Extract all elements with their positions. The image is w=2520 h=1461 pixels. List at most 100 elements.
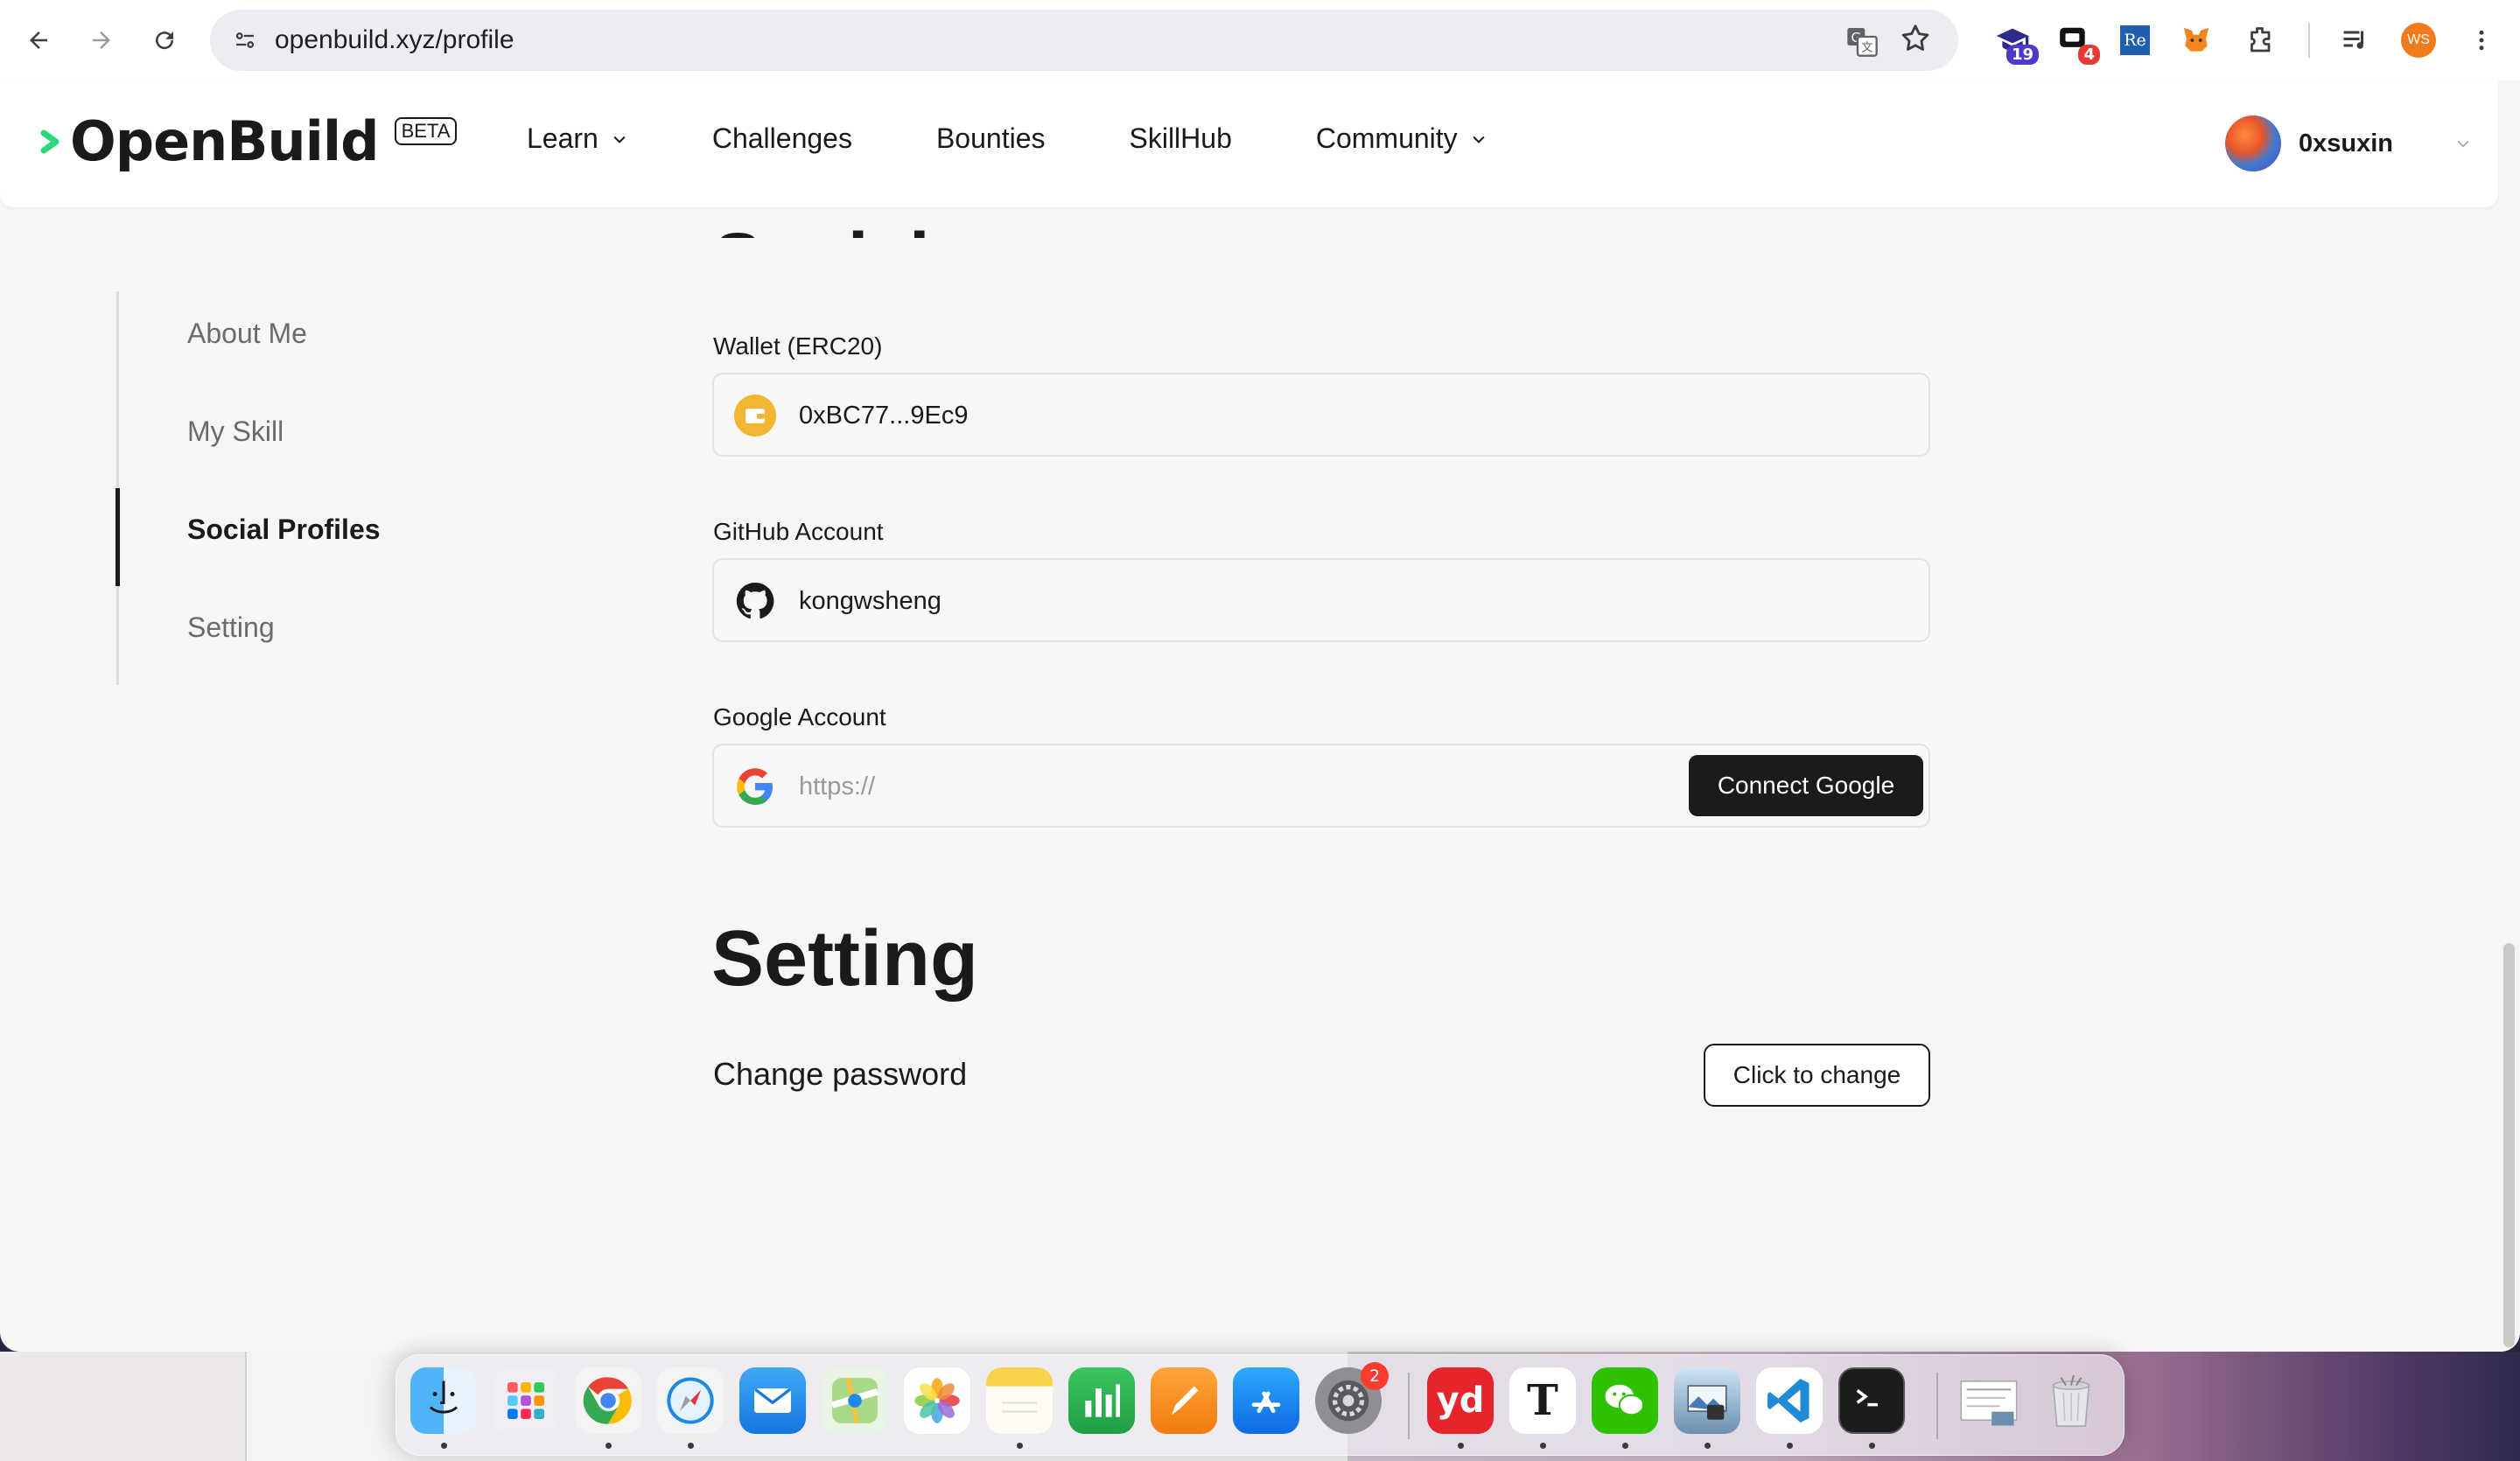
profile-avatar-icon[interactable]: WS [2398, 19, 2440, 61]
running-indicator [441, 1443, 447, 1449]
google-label: Google Account [713, 703, 886, 730]
google-field: Connect Google [712, 744, 1930, 828]
terminal-icon[interactable] [1838, 1367, 1905, 1434]
pages-icon[interactable] [1151, 1367, 1217, 1434]
beta-badge: BETA [394, 117, 458, 145]
back-icon[interactable] [18, 19, 60, 61]
site-info-icon[interactable] [229, 24, 261, 56]
sidebar-item-about-me[interactable]: About Me [187, 318, 307, 350]
macos-dock: 2 yd T [396, 1354, 2124, 1456]
typora-label: T [1527, 1376, 1558, 1425]
chat-extension-icon[interactable]: 4 [2053, 19, 2100, 65]
browser-window: openbuild.xyz/profile G文 19 4 Re WS Abou… [0, 0, 2520, 1352]
github-label: GitHub Account [713, 518, 884, 545]
safari-icon[interactable] [657, 1367, 724, 1434]
graduation-cap-extension-icon[interactable]: 19 [1992, 19, 2039, 65]
setting-section-title: Setting [711, 915, 978, 1003]
running-indicator [1869, 1443, 1875, 1449]
sidebar-item-social-profiles[interactable]: Social Profiles [187, 514, 381, 546]
chevron-down-icon [2457, 140, 2469, 148]
nav-skillhub[interactable]: SkillHub [1129, 122, 1231, 155]
trash-icon[interactable] [2038, 1367, 2104, 1434]
github-username[interactable]: kongwsheng [799, 587, 942, 616]
nav-challenges[interactable]: Challenges [712, 122, 852, 155]
nav-learn-label: Learn [527, 122, 598, 154]
logo-text: OpenBuild [70, 109, 380, 173]
scrollbar-thumb[interactable] [2503, 943, 2515, 1347]
youdao-icon[interactable]: yd [1427, 1367, 1494, 1434]
photos-icon[interactable] [904, 1367, 970, 1434]
running-indicator [1017, 1443, 1023, 1449]
google-url-input[interactable] [799, 766, 1586, 807]
running-indicator [1540, 1443, 1546, 1449]
launchpad-icon[interactable] [493, 1367, 559, 1434]
wallet-field: 0xBC77...9Ec9 [712, 373, 1930, 457]
dock-separator [1936, 1373, 1938, 1439]
running-indicator [1458, 1443, 1464, 1449]
change-password-label: Change password [713, 1056, 968, 1092]
github-field: kongwsheng [712, 558, 1930, 642]
preview-icon[interactable] [1674, 1367, 1740, 1434]
sidebar-item-my-skill[interactable]: My Skill [187, 416, 284, 448]
nav-challenges-label: Challenges [711, 122, 852, 154]
vscode-icon[interactable] [1756, 1367, 1823, 1434]
running-indicator [688, 1443, 694, 1449]
more-menu-icon[interactable] [2460, 19, 2502, 61]
metamask-fox-icon[interactable] [2175, 19, 2217, 61]
typora-icon[interactable]: T [1509, 1367, 1576, 1434]
maps-icon[interactable] [822, 1367, 888, 1434]
wallet-icon [733, 394, 777, 437]
address-bar[interactable]: openbuild.xyz/profile G文 [210, 10, 1958, 71]
nav-bounties[interactable]: Bounties [936, 122, 1046, 155]
bookmark-star-icon[interactable] [1899, 22, 1932, 63]
wallet-address[interactable]: 0xBC77...9Ec9 [799, 402, 968, 430]
downloads-stack-icon[interactable] [1956, 1367, 2022, 1434]
mail-icon[interactable] [739, 1367, 806, 1434]
username: 0xsuxin [2299, 129, 2393, 157]
site-header: OpenBuild BETA Learn Challenges Bounties… [0, 80, 2498, 207]
numbers-icon[interactable] [1068, 1367, 1135, 1434]
running-indicator [1704, 1443, 1711, 1449]
svg-text:文: 文 [1861, 41, 1872, 55]
wechat-icon[interactable] [1592, 1367, 1658, 1434]
chrome-icon[interactable] [575, 1367, 641, 1434]
chevron-down-icon [1473, 136, 1485, 143]
puzzle-extensions-icon[interactable] [2240, 19, 2282, 61]
reload-icon[interactable] [144, 19, 186, 61]
running-indicator [1622, 1443, 1628, 1449]
toolbar-divider [2308, 23, 2310, 58]
page-scrollbar[interactable] [2498, 207, 2520, 1352]
social-profiles-heading: Social Profiles [713, 206, 1151, 238]
chevron-down-icon [613, 136, 626, 143]
change-password-button[interactable]: Click to change [1704, 1044, 1930, 1107]
user-avatar [2225, 115, 2281, 171]
sidebar-item-setting[interactable]: Setting [187, 612, 275, 644]
finder-icon[interactable] [410, 1367, 477, 1434]
background-window [0, 1352, 245, 1461]
re-extension-icon[interactable]: Re [2114, 19, 2156, 61]
browser-toolbar: openbuild.xyz/profile G文 19 4 Re WS [0, 0, 2520, 80]
wallet-label: Wallet (ERC20) [713, 332, 883, 360]
forward-icon[interactable] [80, 19, 122, 61]
nav-bounties-label: Bounties [935, 122, 1046, 154]
nav-community[interactable]: Community [1316, 122, 1488, 155]
running-indicator [1787, 1443, 1793, 1449]
main-navigation: Learn Challenges Bounties SkillHub Commu… [527, 122, 1572, 155]
active-indicator [116, 488, 120, 586]
user-menu[interactable]: 0xsuxin [2225, 115, 2472, 171]
openbuild-logo[interactable]: OpenBuild BETA [40, 107, 458, 177]
nav-skillhub-label: SkillHub [1129, 122, 1232, 154]
translate-icon[interactable]: G文 [1844, 24, 1880, 59]
youdao-label: yd [1436, 1381, 1485, 1421]
github-icon [733, 579, 777, 623]
notes-icon[interactable] [986, 1367, 1053, 1434]
profile-sidebar: About Me My Skill Social Profiles Settin… [116, 291, 431, 685]
media-controls-icon[interactable] [2334, 19, 2376, 61]
app-store-icon[interactable] [1233, 1367, 1299, 1434]
google-icon [733, 765, 777, 808]
extension-badge: 4 [2078, 45, 2100, 65]
nav-learn[interactable]: Learn [527, 122, 628, 155]
profile-initials: WS [2401, 23, 2436, 58]
url-text[interactable]: openbuild.xyz/profile [275, 25, 514, 55]
connect-google-button[interactable]: Connect Google [1689, 755, 1923, 816]
